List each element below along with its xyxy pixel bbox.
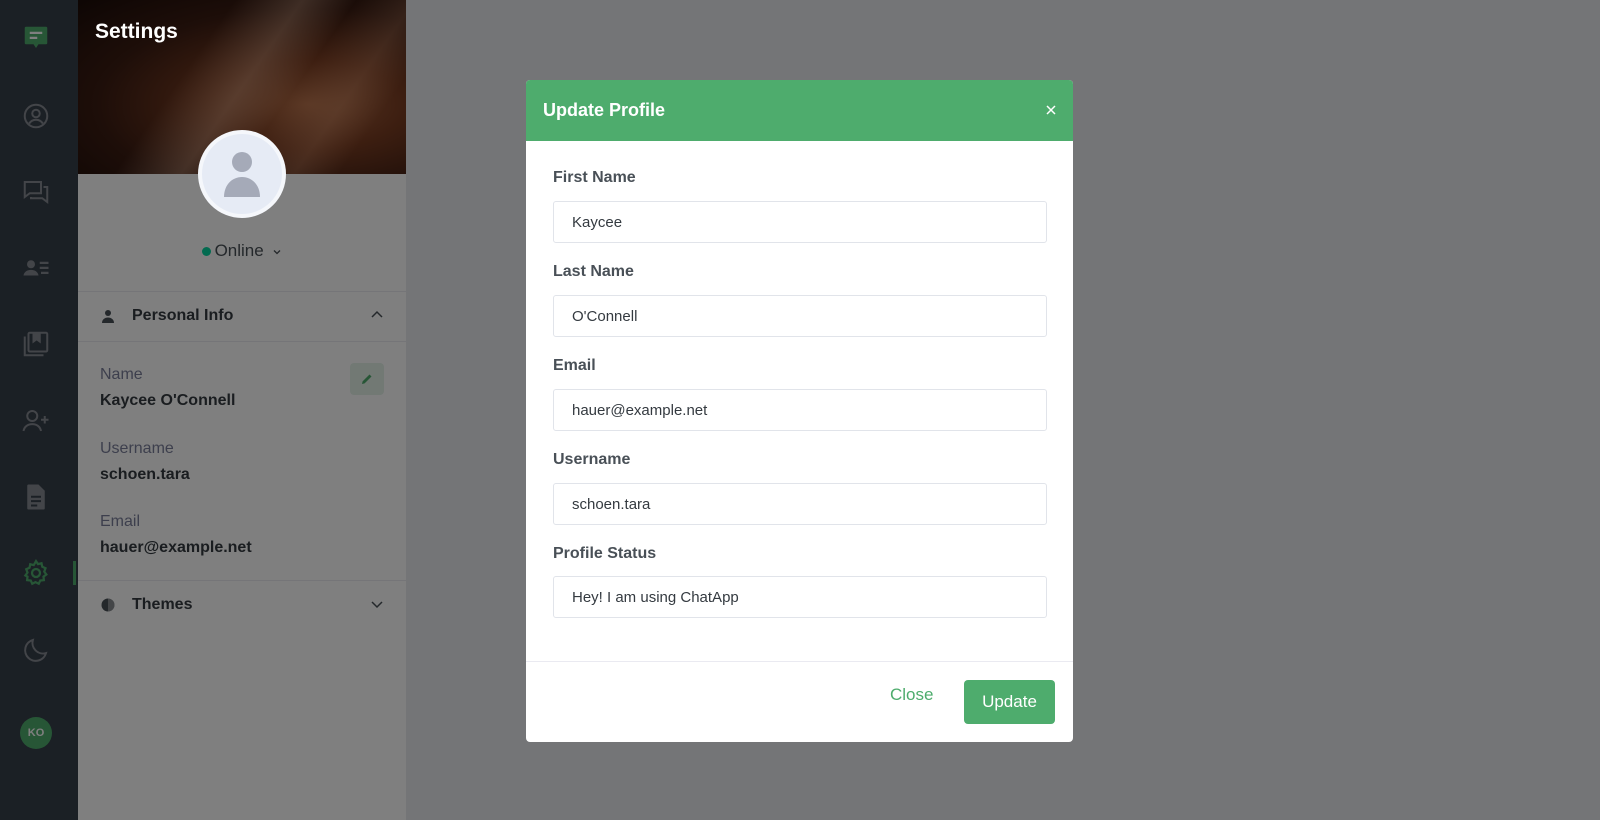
username-field[interactable] <box>553 483 1047 525</box>
profile-status-field[interactable] <box>553 576 1047 618</box>
first-name-field[interactable] <box>553 201 1047 243</box>
modal-header: Update Profile <box>526 80 1073 141</box>
close-icon[interactable] <box>1043 102 1059 118</box>
footer-divider <box>526 661 1073 662</box>
update-button[interactable]: Update <box>964 680 1055 724</box>
last-name-label: Last Name <box>553 263 634 280</box>
last-name-field[interactable] <box>553 295 1047 337</box>
email-field[interactable] <box>553 389 1047 431</box>
modal-title: Update Profile <box>543 100 666 120</box>
first-name-label: First Name <box>553 169 636 186</box>
email-label: Email <box>553 357 596 374</box>
username-label: Username <box>553 451 631 468</box>
profile-status-label: Profile Status <box>553 545 657 562</box>
close-button[interactable]: Close <box>890 685 933 705</box>
profile-avatar <box>198 130 286 218</box>
update-profile-modal: Update Profile First Name Last Name Emai… <box>526 80 1073 742</box>
user-silhouette-icon <box>224 152 260 197</box>
settings-title: Settings <box>95 20 178 43</box>
